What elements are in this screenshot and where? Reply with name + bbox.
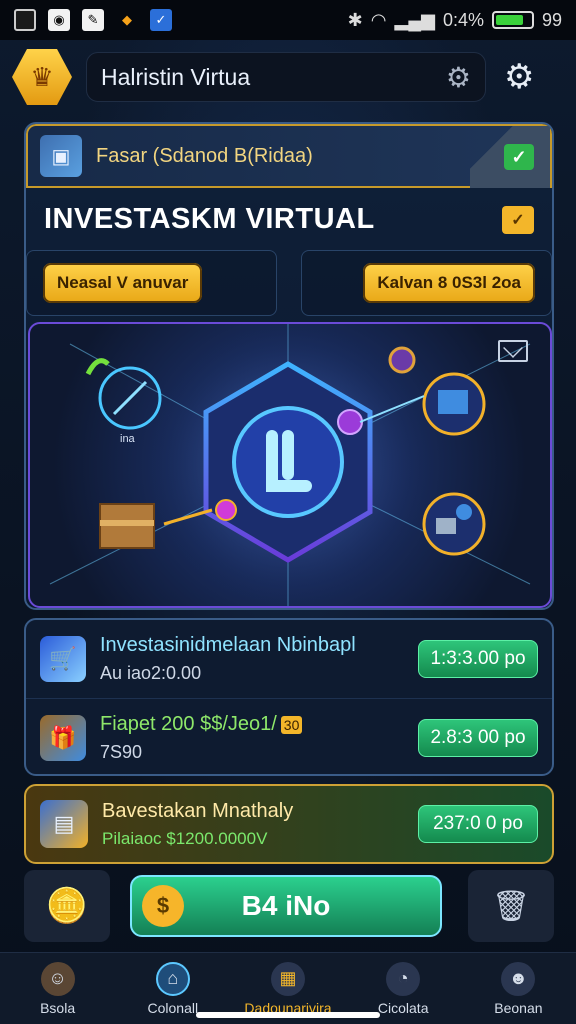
row-title: Fiapet 200 $$/Jeo1/30 <box>100 713 418 736</box>
value-button[interactable]: 2.8:3 00 po <box>418 718 538 757</box>
hero-right-slot: Kalvan 8 0S3l 2oa <box>301 250 552 316</box>
battery-icon <box>491 11 534 29</box>
list-item[interactable]: 🛒 Investasinidmelaan Nbinbapl Au iao2:0.… <box>26 620 552 698</box>
app-icon: ◉ <box>48 9 70 31</box>
hero-buttons: Neasal V anuvar Kalvan 8 0S3l 2oa <box>26 250 552 318</box>
mail-icon[interactable] <box>498 340 528 362</box>
action-row: 🪙 $ B4 iNo 🗑 <box>24 868 554 944</box>
gear-icon[interactable]: ⚙ <box>504 57 534 97</box>
row-tag: 30 <box>280 715 303 734</box>
gold-title: Bavestakan Mnathaly <box>102 799 294 822</box>
hero-left-slot: Neasal V anuvar <box>26 250 277 316</box>
row-title-text: Fiapet 200 $$/Jeo1/ <box>100 712 277 735</box>
hero-illustration: ina <box>28 322 552 608</box>
avatar-icon: ☺ <box>40 961 75 996</box>
hero-title-row: INVESTASKM VIRTUAL ✓ <box>26 188 552 250</box>
signal-icon: ▂▄▆ <box>394 9 435 30</box>
nav-label: Bsola <box>40 999 76 1016</box>
row-title: Investasinidmelaan Nbinbapl <box>100 634 356 656</box>
hero-title: INVESTASKM VIRTUAL <box>44 202 375 235</box>
coin-icon: $ <box>142 885 184 927</box>
hero-card: ▣ Fasar (Sdanod B(Ridaa) ✓ INVESTASKM VI… <box>24 122 554 610</box>
row-sub: Au iao2:0.00 <box>100 663 202 683</box>
cart-icon: 🛒 <box>40 636 86 682</box>
row-text: Investasinidmelaan Nbinbapl Au iao2:0.00 <box>100 634 418 684</box>
hero-top-label: Fasar (Sdanod B(Ridaa) <box>96 144 313 167</box>
trash-icon[interactable]: 🗑 <box>468 870 554 942</box>
gift-icon: 🎁 <box>40 714 86 761</box>
monitor-icon: ▣ <box>40 135 82 177</box>
hero-top-bar[interactable]: ▣ Fasar (Sdanod B(Ridaa) ✓ <box>26 124 552 188</box>
gold-text: Bavestakan Mnathaly Pilaiaoc $1200.0000V <box>102 800 418 849</box>
row-text: Fiapet 200 $$/Jeo1/30 7S90 <box>100 713 418 763</box>
logo-icon[interactable]: ♛ <box>12 49 72 105</box>
wifi-icon: ◠ <box>370 9 387 30</box>
check-badge[interactable]: ✓ <box>470 126 550 188</box>
nav-item-beonan[interactable]: ☻ Beonan <box>461 953 576 1024</box>
home-icon: ⌂ <box>155 961 190 996</box>
main-action-button[interactable]: $ B4 iNo <box>130 875 442 937</box>
grid-icon: ▦ <box>271 961 305 996</box>
header: ♛ Halristin Virtua ⚙ ⚙ <box>12 48 564 106</box>
nav-label: Cicolata <box>377 999 429 1016</box>
home-indicator[interactable] <box>196 1012 380 1018</box>
nav-label: Beonan <box>494 999 543 1016</box>
status-right: ✱ ◠ ▂▄▆ 0:4% 99 <box>348 10 562 31</box>
app-icon <box>14 9 36 31</box>
hero-art-svg: ina <box>49 324 531 606</box>
chart-icon: ◔ <box>386 961 421 996</box>
left-action-button[interactable]: Neasal V anuvar <box>43 263 203 303</box>
search-input[interactable]: Halristin Virtua ⚙ <box>86 52 486 102</box>
featured-card[interactable]: ▤ Bavestakan Mnathaly Pilaiaoc $1200.000… <box>24 784 554 864</box>
right-action-button[interactable]: Kalvan 8 0S3l 2oa <box>363 263 535 303</box>
bluetooth-icon: ✱ <box>347 9 363 30</box>
app-icon: ◆ <box>122 12 132 27</box>
nav-label: Colonall <box>147 999 199 1016</box>
value-button[interactable]: 1:3:3.00 po <box>418 640 538 678</box>
gold-sub: Pilaiaoc $1200.0000V <box>102 828 268 848</box>
checkbox-icon[interactable]: ✓ <box>502 206 534 234</box>
treasure-chest <box>99 503 155 549</box>
coins-icon[interactable]: 🪙 <box>24 870 110 942</box>
settings-icon[interactable]: ⚙ <box>446 61 471 94</box>
wallet-icon: ▤ <box>40 800 88 848</box>
check-icon: ✓ <box>504 144 534 170</box>
investment-list: 🛒 Investasinidmelaan Nbinbapl Au iao2:0.… <box>24 618 554 776</box>
app-icon: ✓ <box>150 9 172 31</box>
row-sub: 7S90 <box>100 741 143 762</box>
profile-icon: ☻ <box>501 961 536 996</box>
value-button[interactable]: 237:0 0 po <box>418 805 538 843</box>
list-item[interactable]: 🎁 Fiapet 200 $$/Jeo1/30 7S90 2.8:3 00 po <box>26 698 552 776</box>
left-orb-label: ina <box>120 433 136 445</box>
search-text: Halristin Virtua <box>101 63 251 90</box>
app-icon: ✎ <box>82 9 104 31</box>
status-time: 0:4% <box>442 9 484 30</box>
nav-item-bsola[interactable]: ☺ Bsola <box>0 953 115 1024</box>
battery-text: 99 <box>541 9 562 30</box>
status-bar: ◉ ✎ ◆ ✓ ✱ ◠ ▂▄▆ 0:4% 99 <box>0 0 576 40</box>
